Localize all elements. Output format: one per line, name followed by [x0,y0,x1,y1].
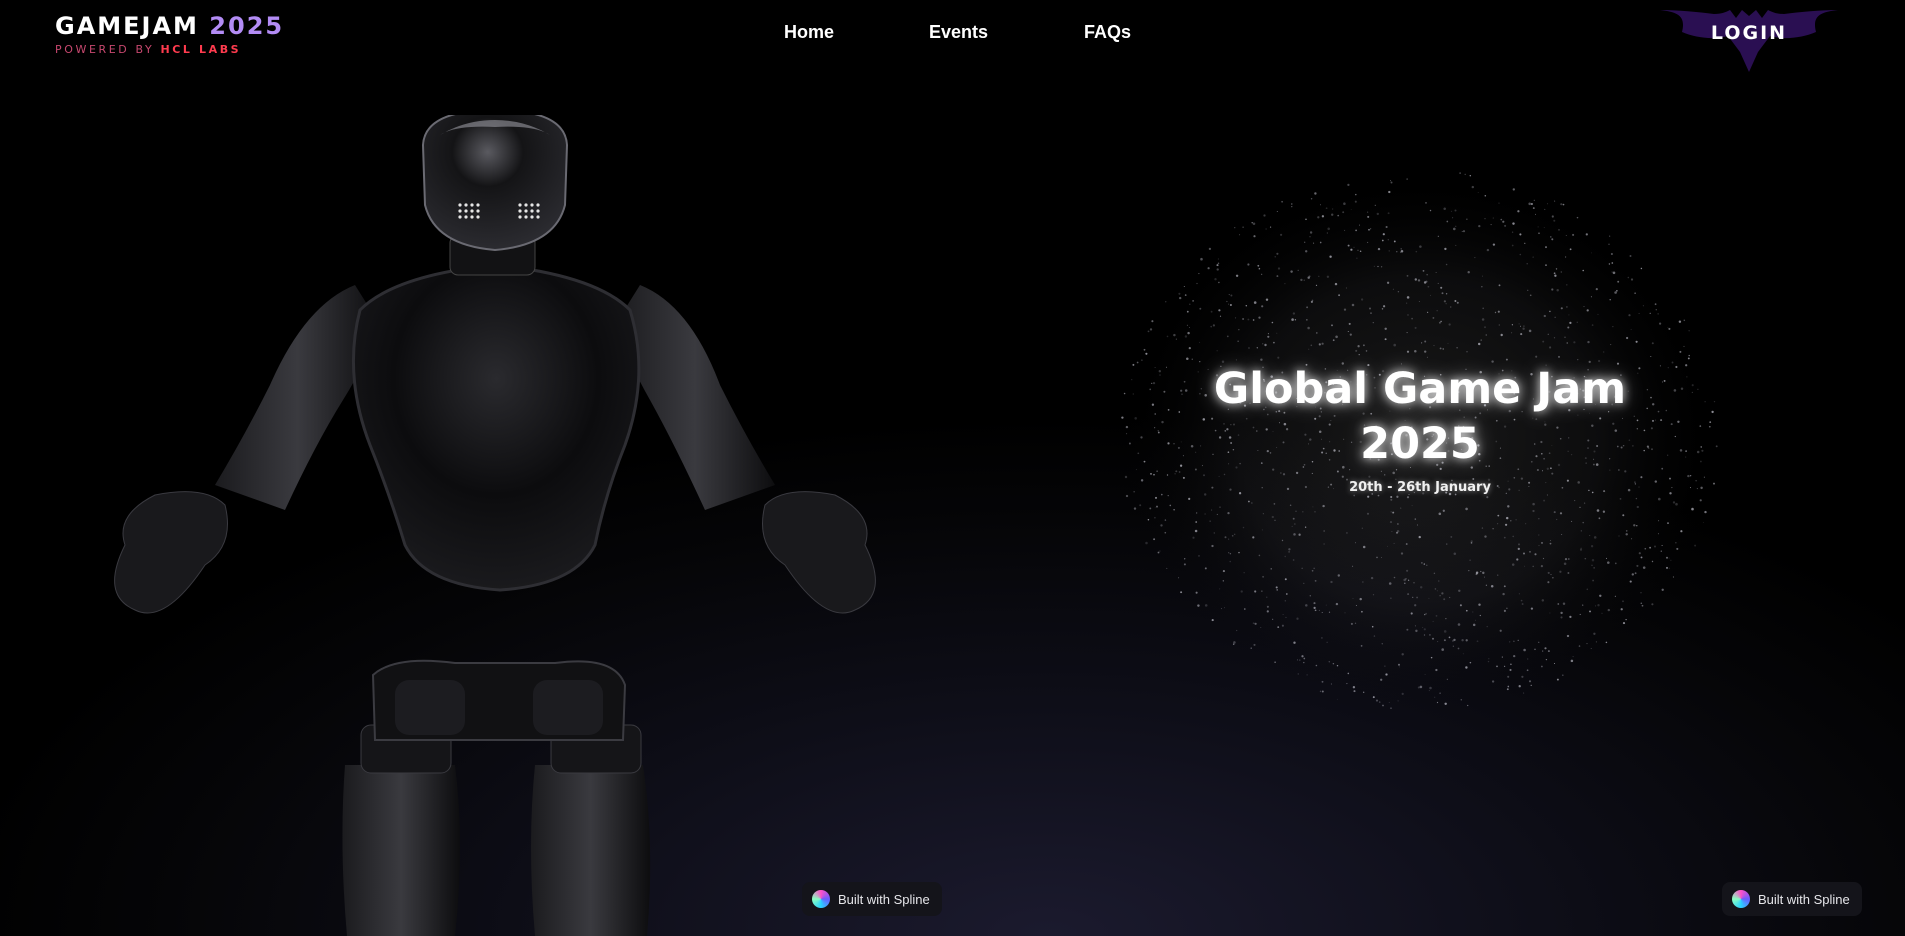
brand-logo[interactable]: GAMEJAM 2025 POWERED BY HCL LABS [55,12,284,56]
powered-by-label: POWERED BY [55,43,155,56]
nav-events[interactable]: Events [929,22,988,43]
brand-subtitle: POWERED BY HCL LABS [55,43,284,56]
event-date: 20th - 26th January [1349,480,1491,495]
badge-label: Built with Spline [1758,891,1850,907]
main-nav: Home Events FAQs [784,22,1131,43]
built-with-spline-badge[interactable]: Built with Spline [802,882,942,916]
hero: Global Game Jam 2025 20th - 26th January [1170,362,1670,495]
spline-logo-icon [1732,890,1750,908]
hero-title-line1: Global Game Jam [1213,364,1627,414]
badge-label: Built with Spline [838,891,930,907]
page: GAMEJAM 2025 POWERED BY HCL LABS Home Ev… [0,0,1905,936]
company-name: HCL LABS [160,43,242,56]
spline-logo-icon [812,890,830,908]
hero-title-line2: 2025 [1360,419,1480,469]
brand-name: GAMEJAM [55,12,199,40]
brand-title: GAMEJAM 2025 [55,12,284,40]
nav-home[interactable]: Home [784,22,834,43]
robot-3d-model[interactable] [95,115,895,936]
hero-title: Global Game Jam 2025 [1170,362,1670,472]
brand-year: 2025 [209,12,285,40]
built-with-spline-badge[interactable]: Built with Spline [1722,882,1862,916]
login-button[interactable]: LOGIN [1660,8,1838,74]
nav-faqs[interactable]: FAQs [1084,22,1131,43]
login-label: LOGIN [1710,22,1788,44]
